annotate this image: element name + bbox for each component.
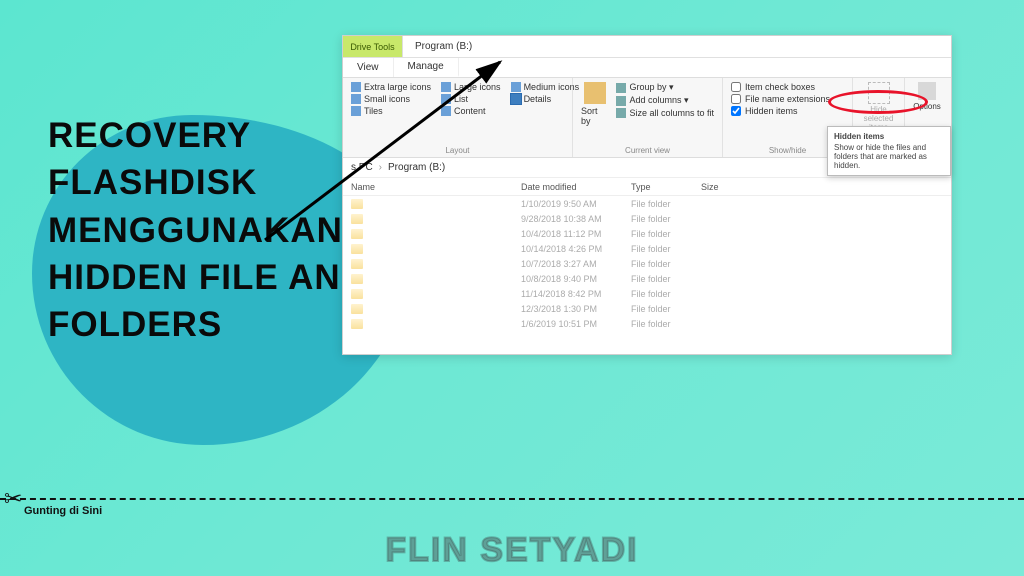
folder-icon (351, 304, 363, 314)
cut-line (0, 498, 1024, 500)
tooltip-body: Show or hide the files and folders that … (834, 143, 944, 170)
file-explorer-window: Drive Tools Program (B:) View Manage Ext… (342, 35, 952, 355)
table-row[interactable]: 10/4/2018 11:12 PMFile folder (351, 226, 951, 241)
item-check-boxes-toggle[interactable]: Item check boxes (731, 82, 844, 92)
table-row[interactable]: 12/3/2018 1:30 PMFile folder (351, 301, 951, 316)
folder-icon (351, 289, 363, 299)
hidden-items-toggle[interactable]: Hidden items (731, 106, 844, 116)
col-name[interactable]: Name (351, 182, 521, 192)
view-details[interactable]: Details (511, 94, 580, 104)
chevron-right-icon: › (379, 162, 382, 173)
folder-icon (351, 199, 363, 209)
group-label-layout: Layout (351, 146, 564, 155)
ribbon-tabs: View Manage (343, 58, 951, 78)
view-content[interactable]: Content (441, 106, 501, 116)
group-label-current-view: Current view (581, 146, 714, 155)
view-large-icons[interactable]: Large icons (441, 82, 501, 92)
folder-icon (351, 244, 363, 254)
watermark-text: FLIN SETYADI (385, 531, 638, 570)
table-row[interactable]: 10/8/2018 9:40 PMFile folder (351, 271, 951, 286)
cut-label: Gunting di Sini (24, 505, 102, 517)
file-name-extensions-toggle[interactable]: File name extensions (731, 94, 844, 104)
table-row[interactable]: 9/28/2018 10:38 AMFile folder (351, 211, 951, 226)
breadcrumb-pc[interactable]: s PC (351, 162, 373, 173)
window-title: Program (B:) (403, 36, 484, 57)
title-tabstrip: Drive Tools Program (B:) (343, 36, 951, 58)
table-row[interactable]: 10/14/2018 4:26 PMFile folder (351, 241, 951, 256)
column-headers[interactable]: Name Date modified Type Size (343, 178, 951, 196)
ribbon-group-current-view: Sort by Group by ▾ Add columns ▾ Size al… (573, 78, 723, 157)
size-all-columns-button[interactable]: Size all columns to fit (616, 108, 714, 118)
view-tiles[interactable]: Tiles (351, 106, 431, 116)
tab-manage[interactable]: Manage (394, 58, 459, 77)
table-row[interactable]: 10/7/2018 3:27 AMFile folder (351, 256, 951, 271)
table-row[interactable]: 1/10/2019 9:50 AMFile folder (351, 196, 951, 211)
group-by-button[interactable]: Group by ▾ (616, 82, 714, 93)
sort-by-button[interactable]: Sort by (581, 82, 608, 126)
view-list[interactable]: List (441, 94, 501, 104)
tooltip-title: Hidden items (834, 132, 944, 141)
table-row[interactable]: 1/6/2019 10:51 PMFile folder (351, 316, 951, 331)
view-small-icons[interactable]: Small icons (351, 94, 431, 104)
col-date[interactable]: Date modified (521, 182, 631, 192)
add-columns-button[interactable]: Add columns ▾ (616, 95, 714, 106)
view-extra-large-icons[interactable]: Extra large icons (351, 82, 431, 92)
file-list: 1/10/2019 9:50 AMFile folder 9/28/2018 1… (343, 196, 951, 331)
table-row[interactable]: 11/14/2018 8:42 PMFile folder (351, 286, 951, 301)
col-size[interactable]: Size (701, 182, 751, 192)
drive-tools-tab[interactable]: Drive Tools (343, 36, 403, 57)
ribbon-group-layout: Extra large icons Large icons Medium ico… (343, 78, 573, 157)
options-icon (918, 82, 936, 100)
folder-icon (351, 229, 363, 239)
hidden-items-tooltip: Hidden items Show or hide the files and … (827, 126, 951, 176)
scissors-icon: ✂ (4, 486, 22, 512)
hide-selected-icon (868, 82, 890, 104)
folder-icon (351, 274, 363, 284)
options-button[interactable]: Options (913, 82, 941, 111)
folder-icon (351, 319, 363, 329)
folder-icon (351, 214, 363, 224)
col-type[interactable]: Type (631, 182, 701, 192)
sort-icon (584, 82, 606, 104)
breadcrumb-program[interactable]: Program (B:) (388, 162, 445, 173)
folder-icon (351, 259, 363, 269)
view-medium-icons[interactable]: Medium icons (511, 82, 580, 92)
tab-view[interactable]: View (343, 58, 394, 77)
